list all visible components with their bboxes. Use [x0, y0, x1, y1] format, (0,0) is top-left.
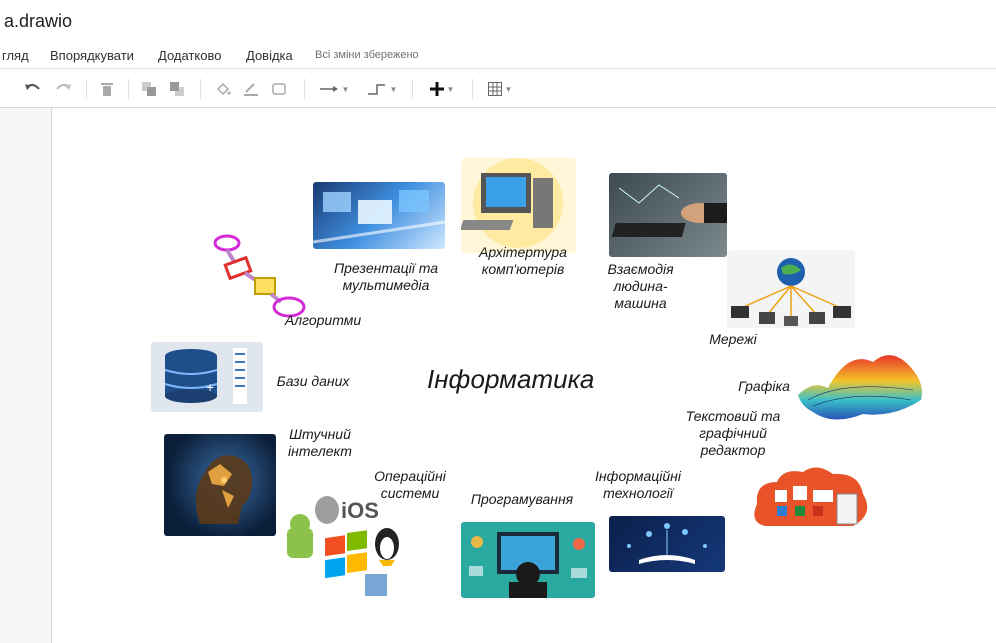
- toolbar: ▼ ▼ ▼ ▼: [0, 68, 996, 108]
- label-editors[interactable]: Текстовий та графічний редактор: [669, 408, 797, 459]
- networks-image[interactable]: [727, 250, 855, 328]
- label-presentations[interactable]: Презентації та мультимедіа: [321, 260, 451, 294]
- insert-button[interactable]: ▼: [422, 78, 462, 100]
- menu-help[interactable]: Довідка: [246, 48, 293, 63]
- os-image[interactable]: iOS: [283, 488, 405, 600]
- label-graphics[interactable]: Графіка: [729, 378, 799, 395]
- chevron-down-icon: ▼: [341, 84, 350, 94]
- delete-icon: [101, 83, 113, 96]
- chevron-down-icon: ▼: [446, 84, 455, 94]
- table-button[interactable]: ▼: [480, 78, 520, 100]
- toolbar-separator: [472, 79, 473, 99]
- algorithms-image[interactable]: [205, 228, 307, 320]
- undo-icon: [25, 83, 40, 90]
- to-front-button[interactable]: [138, 78, 160, 100]
- label-it[interactable]: Інформаційні технології: [583, 468, 693, 502]
- document-title[interactable]: a.drawio: [4, 11, 72, 32]
- toolbar-separator: [86, 79, 87, 99]
- drawio-app: a.drawio гляд Впорядкувати Додатково Дов…: [0, 0, 996, 643]
- undo-button[interactable]: [20, 78, 44, 100]
- to-back-icon: [170, 82, 184, 96]
- ai-image[interactable]: [164, 434, 276, 536]
- menu-bar: гляд Впорядкувати Додатково Довідка Всі …: [0, 40, 996, 68]
- label-networks[interactable]: Мережі: [703, 331, 763, 348]
- label-architecture[interactable]: Архітертура комп'ютерів: [463, 244, 583, 278]
- toolbar-separator: [128, 79, 129, 99]
- waypoints-icon: [367, 84, 385, 95]
- save-status[interactable]: Всі зміни збережено: [315, 49, 419, 61]
- redo-icon: [56, 83, 71, 90]
- label-programming[interactable]: Програмування: [457, 491, 587, 508]
- svg-text:+: +: [206, 379, 214, 395]
- toolbar-separator: [412, 79, 413, 99]
- shadow-icon: [272, 83, 286, 95]
- insert-icon: [429, 82, 444, 96]
- connection-style-button[interactable]: ▼: [314, 78, 354, 100]
- to-back-button[interactable]: [166, 78, 188, 100]
- toolbar-separator: [304, 79, 305, 99]
- svg-text:iOS: iOS: [341, 498, 379, 523]
- waypoints-button[interactable]: ▼: [362, 78, 402, 100]
- shapes-sidebar[interactable]: [0, 108, 52, 643]
- menu-arrange[interactable]: Впорядкувати: [50, 48, 134, 63]
- toolbar-separator: [200, 79, 201, 99]
- redo-button[interactable]: [52, 78, 76, 100]
- label-databases[interactable]: Бази даних: [265, 373, 361, 390]
- architecture-image[interactable]: [461, 158, 576, 253]
- label-ai[interactable]: Штучний інтелект: [279, 426, 361, 460]
- graphics-image[interactable]: [793, 340, 928, 428]
- center-topic[interactable]: Інформатика: [427, 364, 594, 395]
- diagram-canvas[interactable]: Презентації та мультимедіа Архітертура ком…: [53, 108, 996, 643]
- fill-color-icon: [216, 82, 231, 96]
- presentations-image[interactable]: [313, 182, 445, 249]
- it-image[interactable]: [609, 516, 725, 572]
- chevron-down-icon: ▼: [504, 84, 513, 94]
- title-bar: a.drawio: [0, 0, 996, 40]
- chevron-down-icon: ▼: [389, 84, 398, 94]
- databases-image[interactable]: +: [151, 342, 263, 412]
- label-interaction[interactable]: Взаємодія людина-машина: [593, 261, 688, 312]
- menu-extras[interactable]: Додатково: [158, 48, 221, 63]
- line-color-icon: [244, 83, 258, 96]
- line-color-button[interactable]: [240, 78, 262, 100]
- connection-icon: [319, 86, 338, 92]
- table-icon: [487, 82, 502, 96]
- menu-view[interactable]: гляд: [2, 48, 29, 63]
- fill-color-button[interactable]: [212, 78, 234, 100]
- programming-image[interactable]: [461, 522, 595, 598]
- office-image[interactable]: [747, 464, 873, 536]
- shadow-button[interactable]: [268, 78, 290, 100]
- interaction-image[interactable]: [609, 173, 727, 257]
- delete-button[interactable]: [96, 78, 118, 100]
- label-algorithms[interactable]: Алгоритми: [273, 312, 373, 329]
- to-front-icon: [142, 82, 156, 96]
